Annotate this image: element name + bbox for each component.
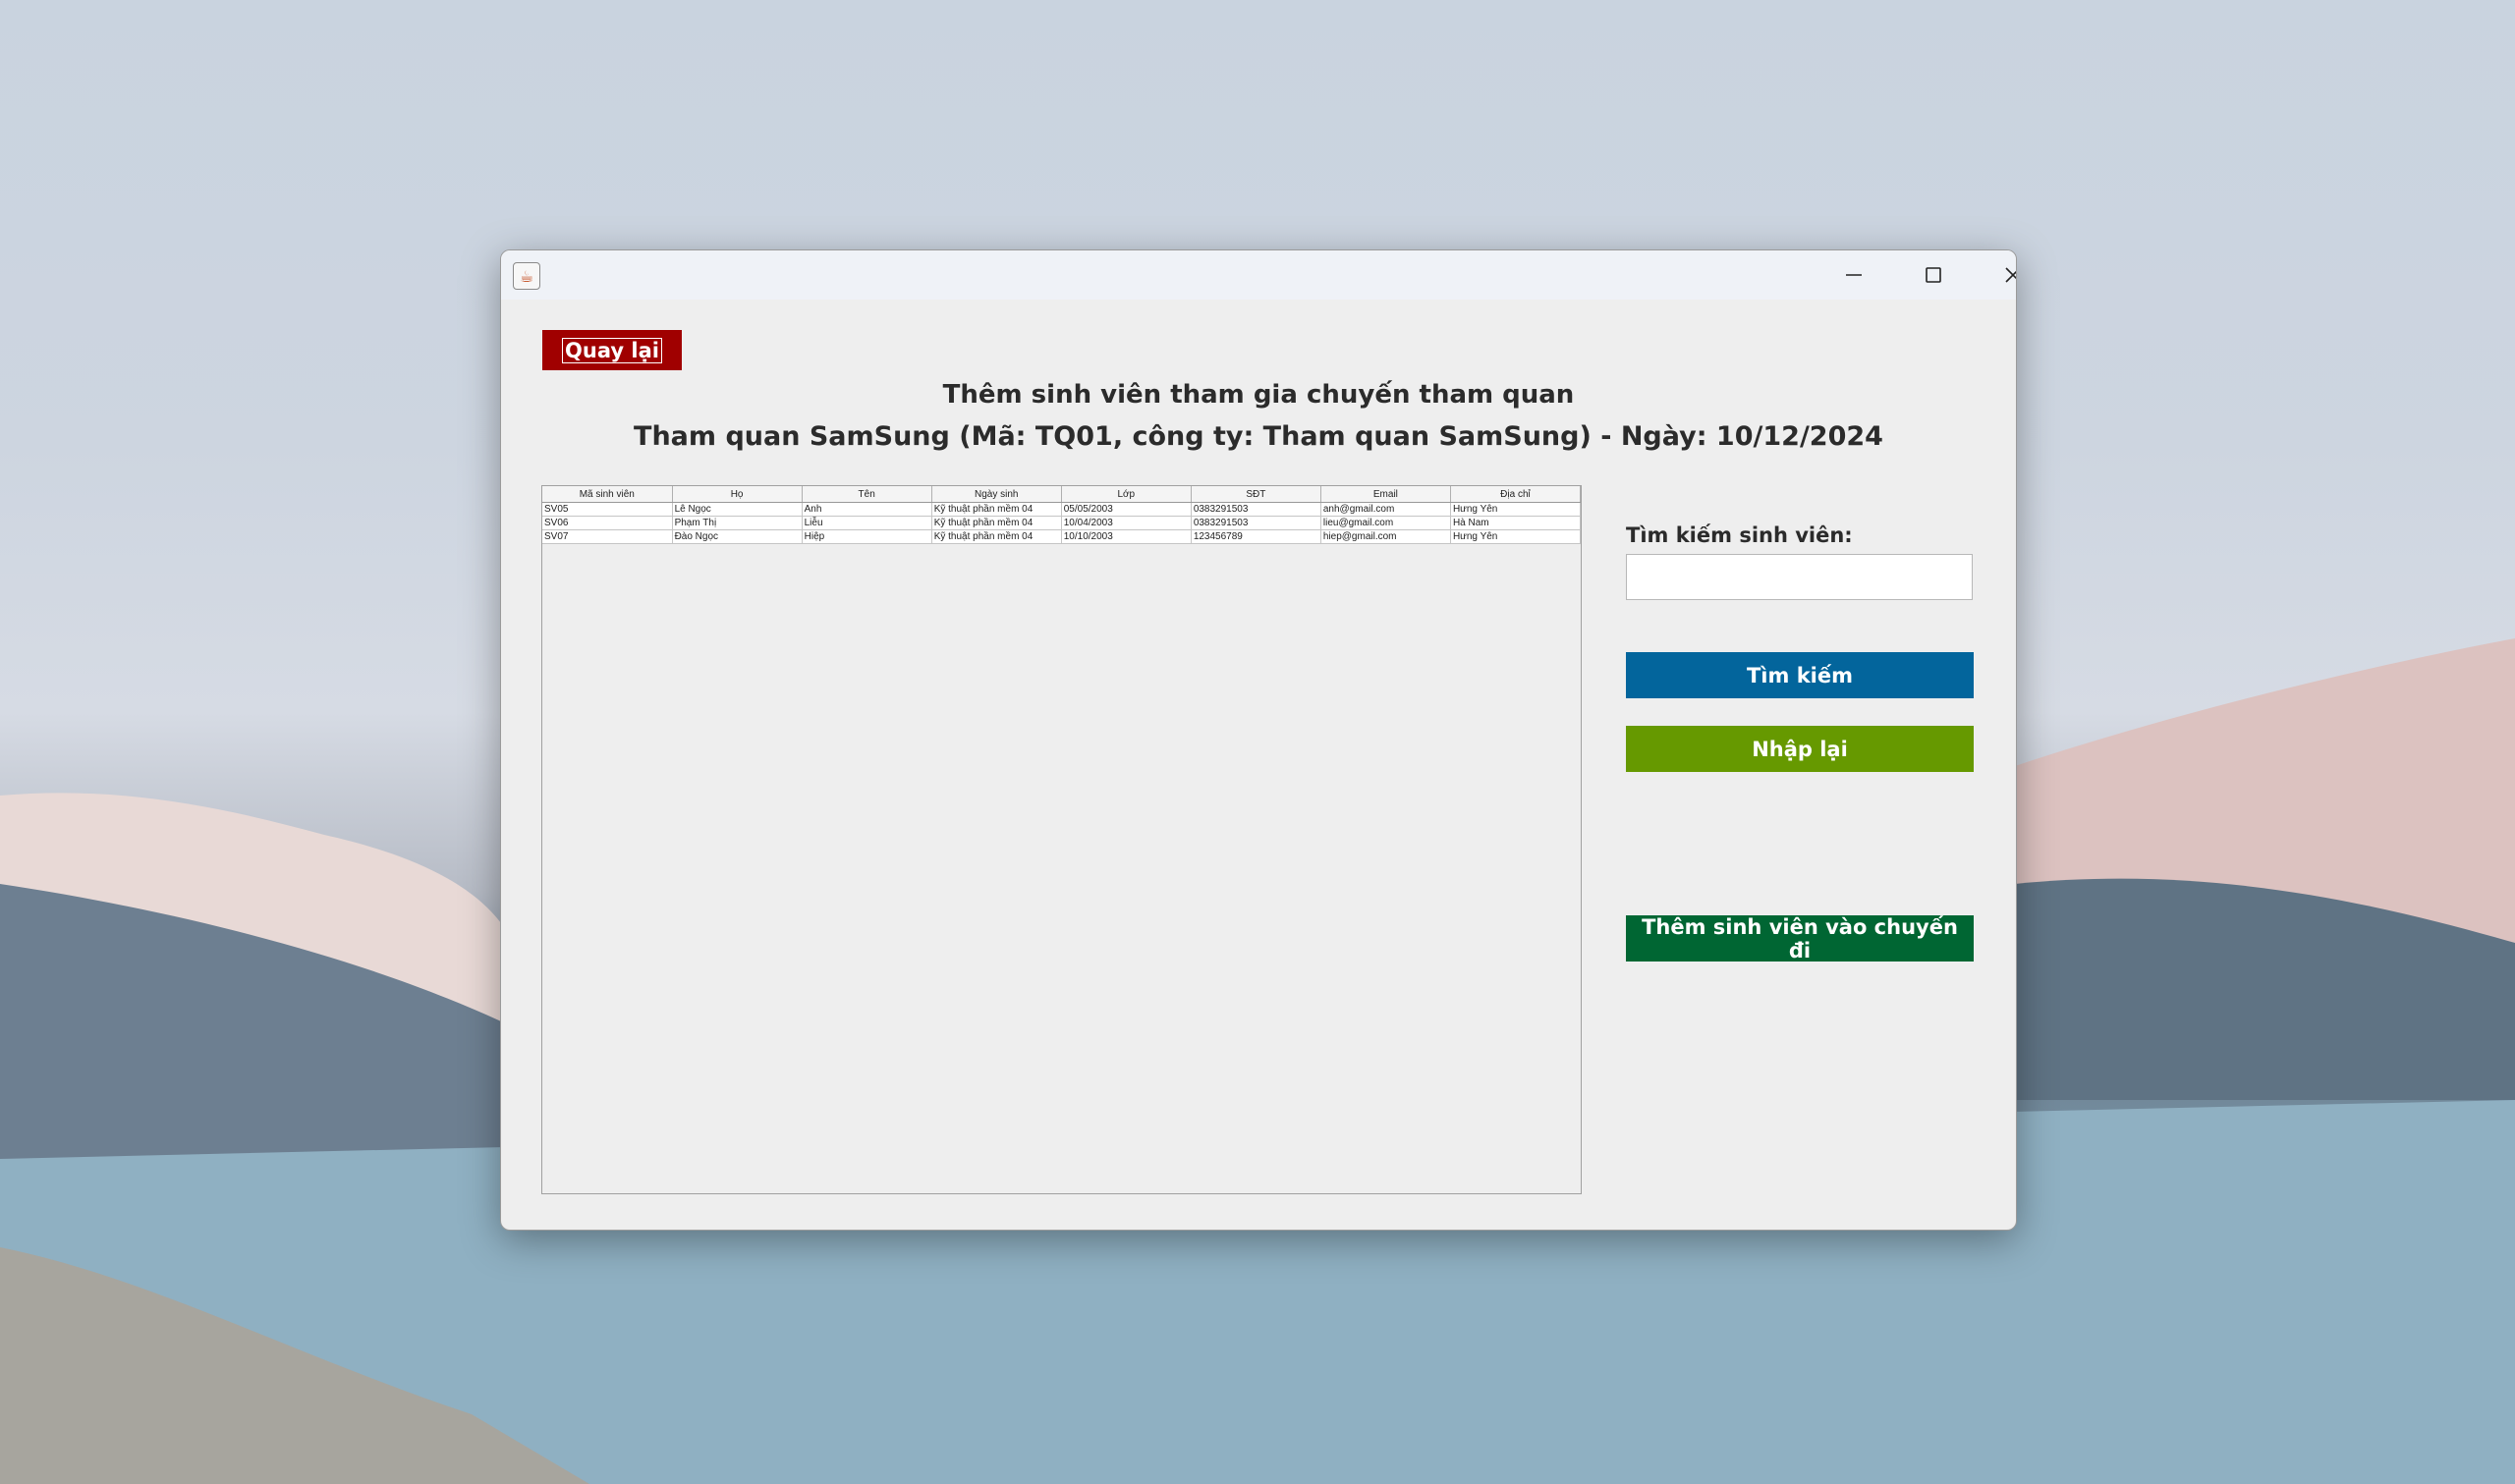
search-label: Tìm kiếm sinh viên: <box>1626 523 1853 547</box>
column-header[interactable]: Email <box>1320 486 1451 503</box>
table-cell: 123456789 <box>1191 529 1321 544</box>
table-cell: Kỹ thuật phần mềm 04 <box>931 529 1062 544</box>
column-header[interactable]: SĐT <box>1191 486 1321 503</box>
table-cell: anh@gmail.com <box>1320 502 1451 517</box>
table-cell: Hiệp <box>802 529 932 544</box>
table-cell: Liễu <box>802 516 932 530</box>
search-button[interactable]: Tìm kiếm <box>1626 652 1974 698</box>
table-cell: SV07 <box>542 529 673 544</box>
table-cell: Kỹ thuật phần mềm 04 <box>931 516 1062 530</box>
table-cell: SV06 <box>542 516 673 530</box>
table-cell: Hưng Yên <box>1450 529 1581 544</box>
table-row[interactable]: SV06 Phạm Thị Liễu Kỹ thuật phần mềm 04 … <box>542 516 1581 530</box>
column-header[interactable]: Ngày sinh <box>931 486 1062 503</box>
app-window: ☕ Quay lại Thêm sinh viên tham gia chuyế… <box>500 249 2017 1231</box>
java-icon[interactable]: ☕ <box>513 262 540 290</box>
table-cell: 10/10/2003 <box>1061 529 1192 544</box>
table-cell: Hưng Yên <box>1450 502 1581 517</box>
back-button[interactable]: Quay lại <box>542 330 682 370</box>
table-row[interactable]: SV05 Lê Ngọc Anh Kỹ thuật phần mềm 04 05… <box>542 502 1581 517</box>
add-student-button[interactable]: Thêm sinh viên vào chuyến đi <box>1626 915 1974 962</box>
table-cell: lieu@gmail.com <box>1320 516 1451 530</box>
column-header[interactable]: Họ <box>672 486 803 503</box>
table-cell: Kỹ thuật phần mềm 04 <box>931 502 1062 517</box>
column-header[interactable]: Mã sinh viên <box>542 486 673 503</box>
table-cell: Lê Ngọc <box>672 502 803 517</box>
table-cell: Anh <box>802 502 932 517</box>
column-header[interactable]: Lớp <box>1061 486 1192 503</box>
minimize-icon[interactable] <box>1815 250 1893 300</box>
page-title: Thêm sinh viên tham gia chuyến tham quan <box>942 380 1575 410</box>
reset-button[interactable]: Nhập lại <box>1626 726 1974 772</box>
table-cell: 05/05/2003 <box>1061 502 1192 517</box>
student-table[interactable]: Mã sinh viên Họ Tên Ngày sinh Lớp SĐT Em… <box>541 485 1582 1194</box>
column-header[interactable]: Tên <box>802 486 932 503</box>
trip-subtitle: Tham quan SamSung (Mã: TQ01, công ty: Th… <box>634 421 1883 452</box>
table-row[interactable]: SV07 Đào Ngọc Hiệp Kỹ thuật phần mềm 04 … <box>542 529 1581 544</box>
table-cell: Phạm Thị <box>672 516 803 530</box>
table-cell: Hà Nam <box>1450 516 1581 530</box>
back-button-label: Quay lại <box>562 337 662 363</box>
search-input[interactable] <box>1626 554 1973 600</box>
table-cell: 0383291503 <box>1191 516 1321 530</box>
table-cell: 10/04/2003 <box>1061 516 1192 530</box>
close-icon[interactable] <box>1974 250 2016 300</box>
table-cell: Đào Ngọc <box>672 529 803 544</box>
table-cell: hiep@gmail.com <box>1320 529 1451 544</box>
table-cell: 0383291503 <box>1191 502 1321 517</box>
title-bar: ☕ <box>501 250 2016 300</box>
table-cell: SV05 <box>542 502 673 517</box>
column-header[interactable]: Địa chỉ <box>1450 486 1581 503</box>
maximize-icon[interactable] <box>1894 250 1973 300</box>
table-header-row: Mã sinh viên Họ Tên Ngày sinh Lớp SĐT Em… <box>542 486 1581 503</box>
